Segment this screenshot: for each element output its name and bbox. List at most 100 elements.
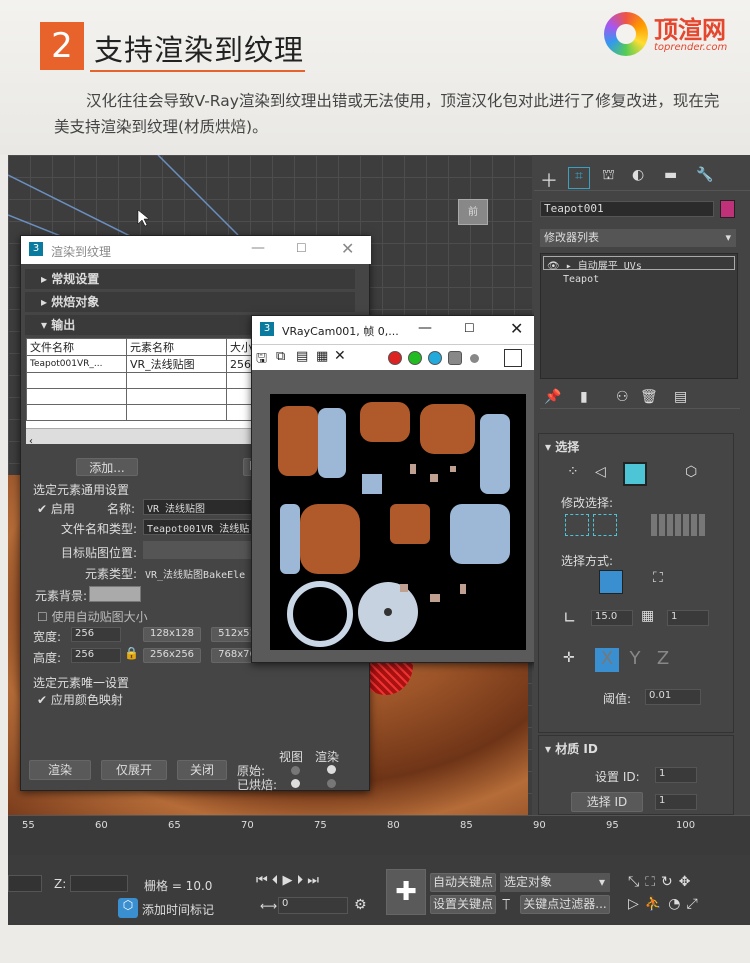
key-mode-dropdown[interactable]: 选定对象 ▾ (500, 873, 610, 892)
preset-button[interactable]: 128x128 (143, 627, 201, 642)
hierarchy-tab-icon[interactable]: ⛫ (602, 167, 615, 185)
walk-icon[interactable]: ⛹ (645, 896, 668, 912)
radio-baked-render[interactable] (327, 779, 336, 788)
orbit-icon[interactable]: ↻ (661, 874, 679, 890)
current-frame-spinner[interactable]: 0 (278, 897, 348, 914)
object-color-swatch[interactable] (720, 200, 735, 218)
axis-select-icon[interactable]: ✛ (563, 650, 575, 666)
file-field[interactable]: Teapot001VR_法线贴 (143, 519, 263, 535)
x-coordinate-field[interactable] (8, 875, 42, 892)
angle-select-icon[interactable]: ∟ (563, 608, 576, 627)
utilities-tab-icon[interactable]: 🔧 (696, 167, 713, 183)
show-end-result-icon[interactable]: ▮ (580, 389, 588, 405)
remove-modifier-icon[interactable]: 🗑 (640, 389, 658, 405)
zoom-all-icon[interactable]: ⛶ (645, 874, 661, 890)
ignore-backface-icon[interactable]: ⛶ (653, 570, 663, 586)
maximize-icon[interactable]: ☐ (296, 241, 307, 255)
modify-tab-icon[interactable]: ⌗ (568, 167, 590, 189)
auto-size-checkbox[interactable]: ☐ 使用自动贴图大小 (37, 608, 148, 625)
modifier-list-dropdown[interactable]: 修改器列表 ▾ (540, 229, 736, 247)
rollout-general[interactable]: ▸ 常规设置 (25, 269, 355, 289)
play-icon[interactable]: ▶ (282, 873, 292, 888)
configure-sets-icon[interactable]: ▤ (674, 389, 687, 405)
key-filter-icon[interactable]: ⟙ (502, 897, 510, 913)
close-icon[interactable]: ✕ (341, 239, 354, 258)
table-scrollbar[interactable]: ‹ (26, 428, 264, 444)
modifier-stack[interactable]: 👁 ▸ 自动展平 UVs Teapot (540, 253, 738, 379)
loop-ring-icon[interactable] (651, 514, 705, 536)
threshold-spinner[interactable]: 0.01 (645, 689, 701, 705)
viewcube-icon[interactable]: 前 (458, 199, 488, 225)
blue-channel-icon[interactable] (428, 351, 442, 365)
face-select-icon[interactable] (623, 462, 647, 486)
vertex-select-icon[interactable]: ⁘ (567, 464, 579, 480)
copy-icon[interactable]: ⧉ (276, 349, 285, 364)
z-axis-icon[interactable]: Z (651, 648, 675, 672)
x-axis-icon[interactable]: X (595, 648, 619, 672)
set-key-button[interactable]: 设置关键点 (430, 895, 496, 914)
radio-baked-view[interactable] (291, 779, 300, 788)
set-key-big-icon[interactable]: ✚ (386, 869, 426, 915)
arc-rotate-icon[interactable]: ◔ (668, 896, 686, 912)
name-field[interactable]: VR_法线贴图 (143, 499, 263, 515)
material-id-header[interactable]: ▾ 材质 ID (545, 740, 598, 757)
edge-select-icon[interactable]: ◁ (595, 464, 606, 480)
object-name-field[interactable]: Teapot001 (540, 201, 714, 217)
key-filters-button[interactable]: 关键点过滤器... (520, 895, 610, 914)
color-map-checkbox[interactable]: ✔ 应用颜色映射 (37, 691, 123, 708)
add-button[interactable]: 添加... (76, 458, 138, 476)
go-start-icon[interactable]: ⏮ (256, 873, 268, 888)
minimize-icon[interactable]: — (418, 320, 432, 336)
pin-stack-icon[interactable]: 📌 (544, 389, 561, 405)
bg-color-swatch[interactable] (89, 586, 141, 602)
height-spinner[interactable]: 256 (71, 648, 121, 663)
create-tab-icon[interactable]: ＋ (540, 167, 558, 193)
stack-item-unwrap[interactable]: 👁 ▸ 自动展平 UVs (543, 256, 735, 272)
table-row[interactable]: Teapot001VR_... VR_法线贴图 256x (26, 355, 264, 373)
minimize-icon[interactable]: — (251, 240, 265, 256)
select-id-spinner[interactable]: 1 (655, 794, 697, 810)
close-icon[interactable]: ✕ (510, 319, 523, 338)
radio-original-render[interactable] (327, 765, 336, 774)
close-button[interactable]: 关闭 (177, 760, 227, 780)
target-field[interactable] (143, 541, 263, 559)
element-select-icon[interactable]: ⬡ (685, 464, 697, 480)
make-unique-icon[interactable]: ⚇ (616, 389, 629, 405)
add-time-tag-button[interactable]: 添加时间标记 (142, 901, 214, 918)
y-axis-icon[interactable]: Y (623, 648, 647, 672)
width-spinner[interactable]: 256 (71, 627, 121, 642)
radio-original-view[interactable] (291, 766, 300, 775)
lock-icon[interactable]: 🔒 (124, 646, 139, 660)
select-by-element-icon[interactable] (599, 570, 623, 594)
time-configuration-icon[interactable]: ⚙ (354, 897, 367, 913)
go-end-icon[interactable]: ⏭ (307, 873, 319, 888)
zoom-icon[interactable]: ⤡ (628, 874, 645, 890)
time-config-icon[interactable]: ⟷ (260, 899, 277, 913)
motion-tab-icon[interactable]: ◐ (632, 167, 644, 183)
angle-spinner[interactable]: 15.0 (591, 610, 633, 626)
red-channel-icon[interactable] (388, 351, 402, 365)
unwrap-only-button[interactable]: 仅展开 (101, 760, 167, 780)
rollout-bake-objects[interactable]: ▸ 烘焙对象 (25, 292, 355, 312)
step-spinner[interactable]: 1 (667, 610, 709, 626)
set-id-spinner[interactable]: 1 (655, 767, 697, 783)
maximize-viewport-icon[interactable]: ⤢ (686, 896, 703, 912)
render-button[interactable]: 渲染 (29, 760, 91, 780)
auto-key-button[interactable]: 自动关键点 (430, 873, 496, 892)
display-tab-icon[interactable]: ▬ (664, 167, 677, 183)
save-icon[interactable]: 🖫 (256, 349, 267, 371)
z-coordinate-field[interactable] (70, 875, 128, 892)
maximize-icon[interactable]: ☐ (464, 321, 475, 335)
output-table[interactable]: 文件名称 元素名称 大小 Teapot001VR_... VR_法线贴图 256… (26, 338, 264, 444)
alpha-channel-icon[interactable] (448, 351, 462, 365)
channels-icon[interactable]: ▤ (296, 349, 308, 364)
grow-select-icon[interactable] (565, 514, 589, 536)
next-frame-icon[interactable]: ⏵ (297, 873, 304, 888)
mono-icon[interactable] (470, 354, 479, 363)
clear-icon[interactable]: ✕ (334, 348, 346, 364)
time-tag-icon[interactable]: ⬡ (118, 898, 138, 918)
preset-button[interactable]: 256x256 (143, 648, 201, 663)
green-channel-icon[interactable] (408, 351, 422, 365)
planar-select-icon[interactable]: ▦ (641, 608, 654, 624)
stack-item-teapot[interactable]: Teapot (563, 274, 599, 285)
